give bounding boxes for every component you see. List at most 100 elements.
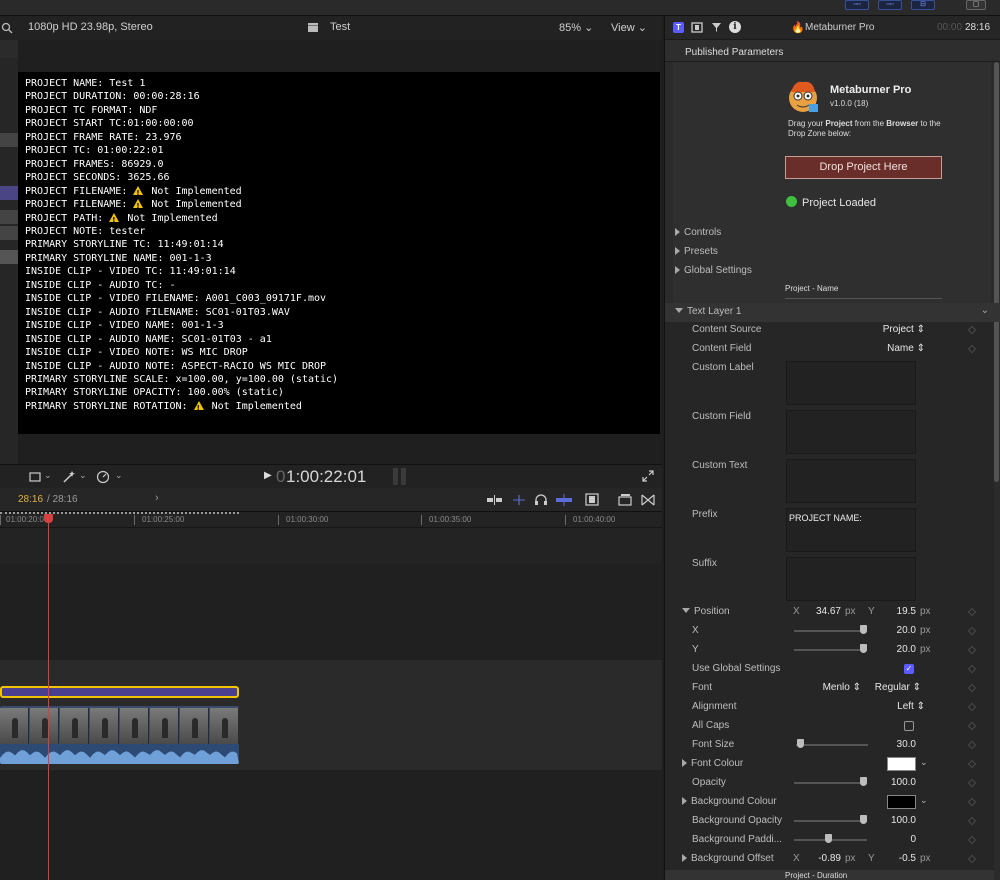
keyframe-icon[interactable] [967, 702, 977, 712]
fontsize-value[interactable]: 30.0 [897, 739, 916, 750]
position-y-value[interactable]: 19.5 [897, 606, 916, 617]
x-slider[interactable] [794, 630, 867, 632]
playhead[interactable] [48, 514, 49, 880]
custom-field-field[interactable] [786, 410, 916, 454]
opacity-slider[interactable] [794, 782, 867, 784]
bgoffset-y-value[interactable]: -0.5 [899, 853, 916, 864]
y-slider[interactable] [794, 649, 867, 651]
font-popup[interactable]: Menlo ⇕ [823, 682, 861, 693]
y-value[interactable]: 20.0 [897, 644, 916, 655]
video-clip[interactable] [0, 706, 239, 764]
position-x-value[interactable]: 34.67 [816, 606, 841, 617]
content-field-popup[interactable]: Name ⇕ [887, 343, 925, 354]
keyframe-icon[interactable] [967, 325, 977, 335]
keyframe-icon[interactable] [967, 854, 977, 864]
timecode-display[interactable]: 1:00:22:01 [286, 467, 366, 487]
forward-chevron-icon[interactable]: › [155, 492, 159, 504]
opacity-slider-knob[interactable] [860, 777, 867, 786]
fontcolour-swatch[interactable] [887, 757, 916, 771]
keyframe-icon[interactable] [967, 835, 977, 845]
bgopacity-slider-knob[interactable] [860, 815, 867, 824]
custom-text-field[interactable] [786, 459, 916, 503]
keyframe-icon[interactable] [967, 607, 977, 617]
zoom-menu[interactable]: 85% ⌄ [559, 21, 593, 34]
speed-chevron-icon[interactable]: ⌄ [115, 470, 123, 481]
use-global-checkbox[interactable]: ✓ [904, 664, 914, 674]
clip-appearance-icon[interactable] [487, 494, 503, 506]
speed-icon[interactable] [96, 470, 110, 484]
bgcolour-swatch[interactable] [887, 795, 916, 809]
layout-button-2[interactable]: ▫▫▫ [878, 0, 902, 10]
keyframe-icon[interactable] [967, 759, 977, 769]
prefix-field[interactable]: PROJECT NAME: [786, 508, 916, 552]
solo-icon[interactable] [556, 494, 572, 506]
hourglass-icon[interactable] [641, 494, 655, 506]
inspector-toggle-button[interactable]: ⊟ [911, 0, 935, 10]
opacity-value[interactable]: 100.0 [891, 777, 916, 788]
group-presets[interactable]: Presets [665, 243, 1000, 262]
text-layer-header[interactable]: Text Layer 1 ⌄ [665, 303, 1000, 322]
group-global-settings[interactable]: Global Settings [665, 262, 1000, 281]
fontsize-slider-knob[interactable] [797, 739, 804, 748]
keyframe-icon[interactable] [967, 344, 977, 354]
timeline-ruler[interactable]: 01:00:20:00 01:00:25:00 01:00:30:00 01:00:3… [0, 512, 662, 528]
share-button[interactable]: ▢ [966, 0, 986, 10]
keyframe-icon[interactable] [967, 816, 977, 826]
bgpadding-slider-knob[interactable] [825, 834, 832, 843]
use-global-label: Use Global Settings [692, 663, 781, 674]
fontcolour-chevron-icon[interactable]: ⌄ [920, 757, 928, 768]
group-controls[interactable]: Controls [665, 224, 1000, 243]
transform-icon[interactable] [28, 471, 42, 483]
magic-wand-icon[interactable] [62, 470, 76, 483]
clip-height-icon[interactable] [618, 493, 632, 506]
bgpadding-value[interactable]: 0 [910, 834, 916, 845]
timeline-tracks[interactable] [0, 528, 662, 880]
drop-project-button[interactable]: Drop Project Here [785, 156, 942, 179]
bgcolour-chevron-icon[interactable]: ⌄ [920, 795, 928, 806]
title-inspector-tab-icon[interactable]: T [673, 22, 684, 33]
bgoffset-x-unit: px [845, 853, 856, 864]
search-icon[interactable] [1, 22, 13, 34]
fontsize-slider[interactable] [796, 744, 868, 746]
bgoffset-x-value[interactable]: -0.89 [818, 853, 841, 864]
view-menu[interactable]: View ⌄ [611, 21, 647, 34]
info-inspector-tab-icon[interactable]: i [729, 21, 741, 33]
keyframe-icon[interactable] [967, 626, 977, 636]
y-slider-knob[interactable] [860, 644, 867, 653]
filter-inspector-tab-icon[interactable] [711, 22, 722, 33]
inspector-header: T i 🔥 Metaburner Pro 00:00 28:16 [665, 16, 1000, 40]
layout-button[interactable]: ▫▫▫ [845, 0, 869, 10]
video-inspector-tab-icon[interactable] [691, 22, 703, 33]
allcaps-checkbox[interactable] [904, 721, 914, 731]
x-value[interactable]: 20.0 [897, 625, 916, 636]
keyframe-icon[interactable] [967, 797, 977, 807]
play-icon[interactable]: ▶ [264, 470, 272, 481]
alignment-popup[interactable]: Left ⇕ [897, 701, 925, 712]
filmstrip-icon[interactable] [585, 493, 599, 506]
content-source-popup[interactable]: Project ⇕ [883, 324, 925, 335]
headphones-icon[interactable] [534, 493, 548, 507]
suffix-field[interactable] [786, 557, 916, 601]
bgopacity-value[interactable]: 100.0 [891, 815, 916, 826]
title-clip[interactable] [0, 686, 239, 698]
keyframe-icon[interactable] [967, 645, 977, 655]
playhead-handle[interactable] [44, 514, 53, 523]
enhance-chevron-icon[interactable]: ⌄ [79, 470, 87, 481]
fullscreen-icon[interactable] [642, 470, 654, 482]
allcaps-label: All Caps [692, 720, 730, 731]
overlay-line: INSIDE CLIP - VIDEO TC: 11:49:01:14 [25, 265, 338, 278]
keyframe-icon[interactable] [967, 664, 977, 674]
custom-label-field[interactable] [786, 361, 916, 405]
published-parameters-header: Published Parameters [665, 40, 1000, 62]
keyframe-icon[interactable] [967, 778, 977, 788]
keyframe-icon[interactable] [967, 683, 977, 693]
filmstrip-thumbnail [30, 708, 59, 744]
transform-chevron-icon[interactable]: ⌄ [44, 470, 52, 481]
bgopacity-slider[interactable] [794, 820, 867, 822]
keyframe-icon[interactable] [967, 721, 977, 731]
x-slider-knob[interactable] [860, 625, 867, 634]
font-style-popup[interactable]: Regular ⇕ [875, 682, 921, 693]
keyframe-icon[interactable] [967, 740, 977, 750]
layer-collapse-chevron-icon[interactable]: ⌄ [981, 305, 989, 316]
snapping-icon[interactable] [512, 494, 526, 506]
